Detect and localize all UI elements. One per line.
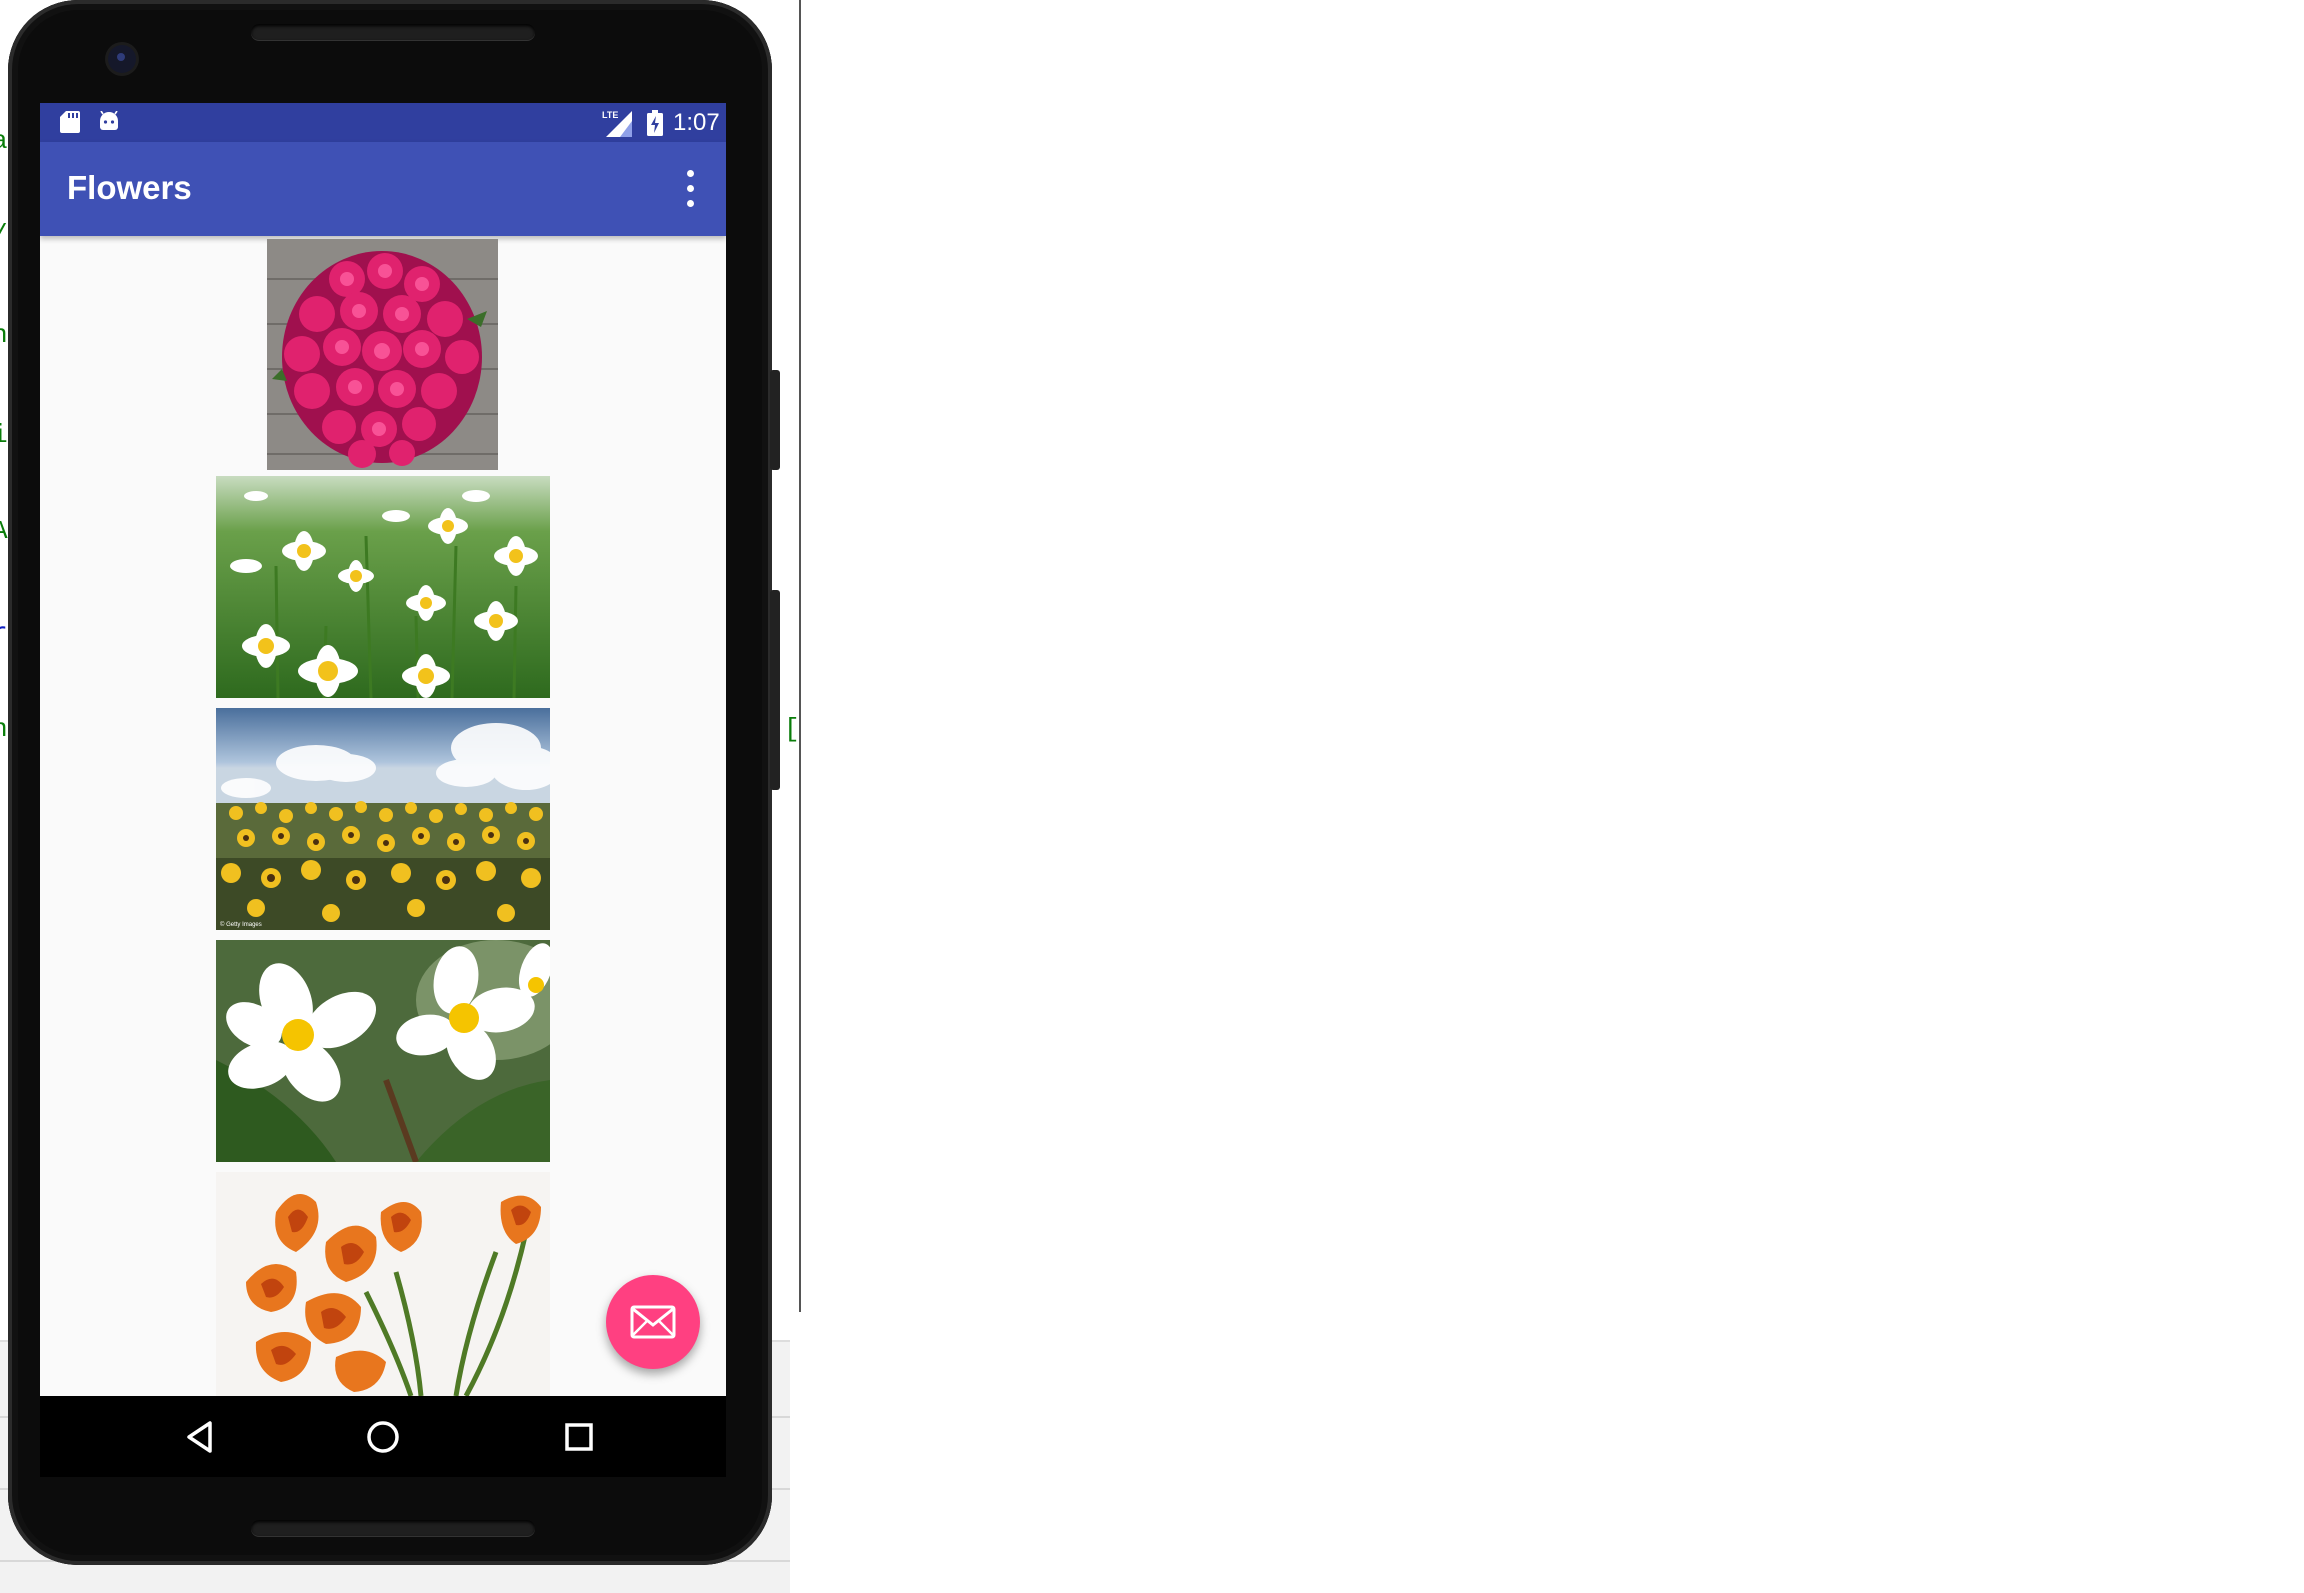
sunflower-image[interactable]: © Getty Images xyxy=(216,708,550,930)
status-time: 1:07 xyxy=(673,109,720,136)
flower-list[interactable]: © Getty Images xyxy=(40,236,726,1396)
home-button[interactable] xyxy=(356,1410,410,1464)
power-button[interactable] xyxy=(770,370,780,470)
home-icon xyxy=(367,1421,399,1453)
android-notification-icon xyxy=(100,111,118,130)
app-title: Flowers xyxy=(67,169,192,206)
navigation-bar xyxy=(40,1396,726,1477)
volume-button[interactable] xyxy=(770,590,780,790)
calla-lily-image[interactable] xyxy=(216,1172,550,1396)
battery-charging-icon xyxy=(647,110,663,136)
back-icon xyxy=(187,1421,212,1453)
top-speaker xyxy=(251,24,535,40)
app-bar: Flowers xyxy=(40,142,726,236)
email-icon xyxy=(630,1305,676,1339)
bottom-speaker xyxy=(251,1520,535,1536)
code-fragment: i xyxy=(0,420,8,450)
more-vert-icon[interactable] xyxy=(680,167,700,211)
lte-signal-icon: LTE xyxy=(602,110,632,137)
email-fab-button[interactable] xyxy=(606,1275,700,1369)
code-fragment: r xyxy=(0,618,8,648)
plumeria-image[interactable] xyxy=(216,940,550,1162)
back-button[interactable] xyxy=(174,1410,228,1464)
code-fragment: n xyxy=(0,714,8,744)
network-type-label: LTE xyxy=(602,110,618,120)
recents-button[interactable] xyxy=(552,1410,606,1464)
code-fragment: [ xyxy=(784,714,800,744)
photo-credit: © Getty Images xyxy=(220,921,262,928)
code-fragment: A xyxy=(0,516,8,546)
app-screen: LTE 1:07 Flowers © Getty Images xyxy=(40,103,726,1396)
rose-image[interactable] xyxy=(267,239,498,470)
status-bar: LTE 1:07 xyxy=(40,103,726,142)
sd-card-icon xyxy=(60,111,80,133)
front-camera xyxy=(108,45,136,73)
ide-divider xyxy=(799,0,801,1312)
recents-icon xyxy=(565,1423,593,1451)
code-fragment: n xyxy=(0,320,8,350)
code-fragment: a xyxy=(0,126,8,156)
daisy-image[interactable] xyxy=(216,476,550,698)
code-fragment: / xyxy=(0,220,8,250)
